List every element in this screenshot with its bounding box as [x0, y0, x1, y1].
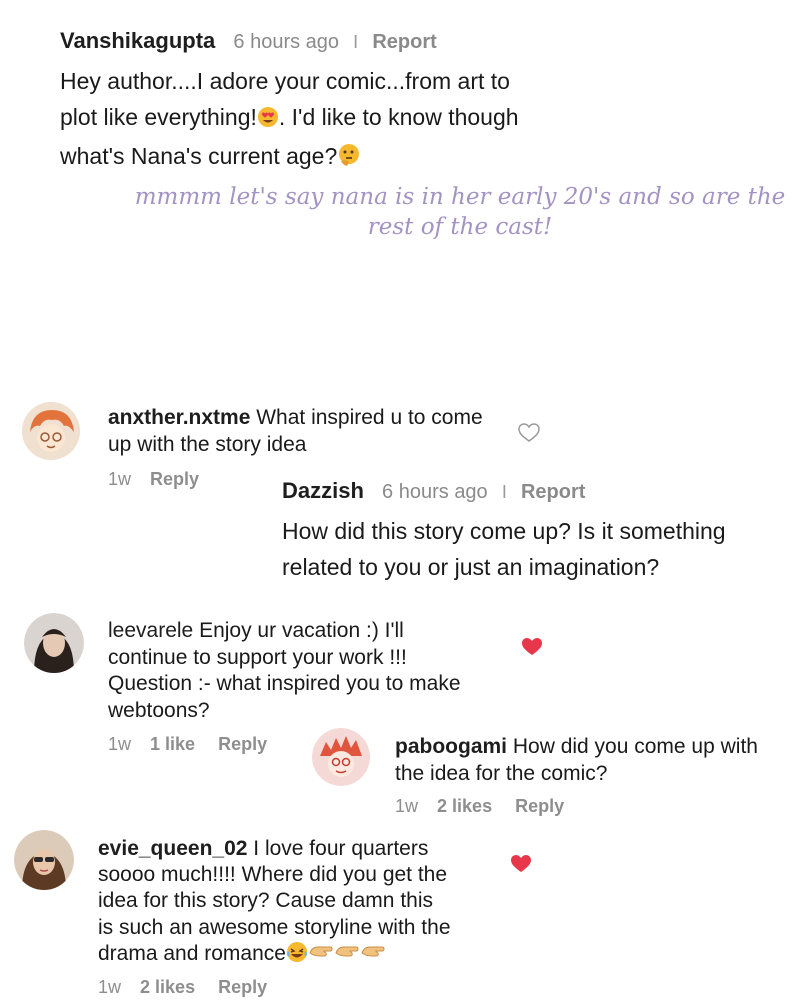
top-comment: Vanshikagupta 6 hours ago I Report Hey a…	[60, 28, 780, 177]
comment-line: continue to support your work !!!	[108, 645, 407, 669]
avatar[interactable]	[312, 728, 370, 786]
comment: paboogami How did you come up with the i…	[395, 733, 795, 787]
comment-line: is such an awesome storyline with the	[98, 915, 451, 939]
timestamp: 6 hours ago	[233, 31, 340, 53]
pointing-hand-emoji-icon	[334, 941, 360, 970]
timestamp: 6 hours ago	[382, 481, 488, 503]
comment-text: I love four quarters	[247, 837, 429, 860]
reply-comment: Dazzish 6 hours ago I Report How did thi…	[282, 478, 782, 585]
comment-text: How did you come up with	[507, 735, 758, 758]
avatar[interactable]	[14, 830, 74, 890]
comment-meta: 1w 2 likes Reply	[395, 796, 564, 817]
author-note-line: rest of the cast!	[367, 214, 553, 240]
username[interactable]: leevarele	[108, 619, 193, 642]
avatar[interactable]	[24, 613, 84, 673]
comment-age: 1w	[395, 796, 419, 816]
comment: leevarele Enjoy ur vacation :) I'll cont…	[108, 618, 508, 724]
like-button[interactable]	[521, 637, 543, 657]
comment-line: up with the story idea	[108, 433, 307, 456]
comment-line: soooo much!!!! Where did you get the	[98, 863, 448, 887]
comment-line: related to you or just an imagination?	[282, 554, 660, 580]
comment-meta: 1w 2 likes Reply	[98, 977, 267, 998]
avatar[interactable]	[22, 402, 80, 460]
heart-filled-icon	[511, 855, 531, 872]
comment-line: Hey author....I adore your comic...from …	[60, 68, 510, 94]
reply-button[interactable]: Reply	[515, 796, 564, 816]
like-button[interactable]	[510, 854, 532, 874]
username[interactable]: paboogami	[395, 735, 507, 758]
comment-line: Question :- what inspired you to make	[108, 672, 461, 695]
comment-line: the idea for the comic?	[395, 762, 608, 785]
like-button[interactable]	[518, 423, 540, 443]
comment-line: plot like everything! . I'd like to know …	[60, 99, 780, 138]
comment-meta: 1w Reply	[108, 469, 199, 490]
author-note-line: mmmm let's say nana is in her early 20's…	[134, 184, 786, 210]
comment-age: 1w	[108, 734, 132, 754]
laughing-emoji-icon	[286, 941, 308, 970]
comment-age: 1w	[108, 469, 132, 489]
comment-text: what's Nana's current age?	[60, 143, 338, 169]
comment-line: webtoons?	[108, 698, 210, 722]
pointing-hand-emoji-icon	[308, 941, 334, 970]
username[interactable]: evie_queen_02	[98, 837, 247, 860]
likes-count[interactable]: 2 likes	[437, 796, 492, 816]
report-link[interactable]: Report	[521, 481, 585, 503]
comment-line: evie_queen_02 I love four quarters	[98, 836, 518, 862]
comment-line: idea for this story? Cause damn this	[98, 889, 433, 913]
author-note: mmmm let's say nana is in her early 20's…	[100, 182, 800, 242]
heart-outline-icon	[518, 423, 540, 442]
comment: anxther.nxtme What inspired u to come up…	[108, 404, 528, 458]
separator: I	[501, 482, 507, 502]
comment-text: . I'd like to know though	[278, 104, 519, 130]
comment-line: anxther.nxtme What inspired u to come	[108, 404, 528, 431]
comment-header: Dazzish 6 hours ago I Report	[282, 478, 782, 505]
username[interactable]: Dazzish	[282, 478, 364, 503]
comment: evie_queen_02 I love four quarters soooo…	[98, 836, 518, 970]
comment-line: How did this story come up? Is it someth…	[282, 518, 726, 544]
comment-body: Hey author....I adore your comic...from …	[60, 63, 780, 177]
separator: I	[353, 32, 359, 52]
comment-meta: 1w 1 like Reply	[108, 734, 267, 755]
username[interactable]: anxther.nxtme	[108, 406, 250, 429]
pointing-hand-emoji-icon	[360, 941, 386, 970]
thinking-emoji-icon	[337, 141, 361, 177]
comment-text: plot like everything!	[60, 104, 257, 130]
comment-header: Vanshikagupta 6 hours ago I Report	[60, 28, 780, 55]
comment-line: paboogami How did you come up with	[395, 733, 795, 760]
comment-line: leevarele Enjoy ur vacation :) I'll	[108, 618, 508, 645]
heart-filled-icon	[522, 638, 542, 655]
likes-count[interactable]: 1 like	[150, 734, 195, 754]
comment-line: drama and romance	[98, 941, 518, 970]
comment-age: 1w	[98, 977, 122, 997]
reply-button[interactable]: Reply	[218, 734, 267, 754]
comment-line: what's Nana's current age?	[60, 138, 780, 177]
reply-button[interactable]: Reply	[218, 977, 267, 997]
comment-body: How did this story come up? Is it someth…	[282, 513, 782, 585]
reply-button[interactable]: Reply	[150, 469, 199, 489]
comment-text: What inspired u to come	[250, 406, 483, 429]
report-link[interactable]: Report	[372, 31, 436, 53]
comment-text: Enjoy ur vacation :) I'll	[193, 619, 404, 642]
heart-eyes-emoji-icon	[257, 102, 279, 138]
likes-count[interactable]: 2 likes	[140, 977, 195, 997]
username[interactable]: Vanshikagupta	[60, 28, 215, 53]
comment-text: drama and romance	[98, 941, 286, 965]
